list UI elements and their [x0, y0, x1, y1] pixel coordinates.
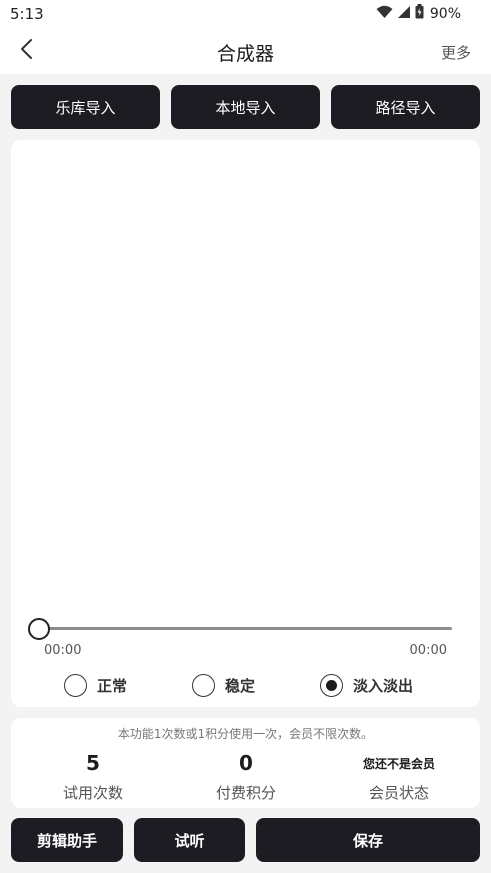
trial-count-value: 5: [86, 751, 100, 775]
audio-workspace: 00:00 00:00 正常 稳定 淡入淡出: [11, 140, 480, 707]
preview-button[interactable]: 试听: [134, 818, 245, 862]
radio-stable[interactable]: [192, 674, 215, 697]
mode-option-normal[interactable]: 正常: [64, 674, 127, 697]
mode-option-stable[interactable]: 稳定: [192, 674, 255, 697]
local-import-button[interactable]: 本地导入: [171, 85, 320, 129]
status-bar: 5:13 90%: [0, 0, 491, 28]
wifi-icon: [376, 4, 393, 23]
app-bar: 合成器 更多: [0, 28, 491, 74]
paid-points-value: 0: [239, 751, 253, 775]
bottom-actions: 剪辑助手 试听 保存: [11, 818, 480, 862]
more-button[interactable]: 更多: [441, 42, 471, 63]
radio-selected-dot: [326, 680, 337, 691]
membership-value: 您还不是会员: [362, 756, 435, 771]
membership-stat: 您还不是会员 会员状态: [329, 750, 469, 803]
mode-label-normal: 正常: [97, 677, 128, 695]
editor-assistant-button[interactable]: 剪辑助手: [11, 818, 123, 862]
usage-info-card: 本功能1次数或1积分使用一次，会员不限次数。 5 试用次数 0 付费积分 您还不…: [11, 718, 480, 808]
library-import-button[interactable]: 乐库导入: [11, 85, 160, 129]
page-title: 合成器: [216, 43, 274, 65]
radio-normal[interactable]: [64, 674, 87, 697]
mode-label-stable: 稳定: [225, 677, 256, 695]
save-button[interactable]: 保存: [256, 818, 480, 862]
progress-track[interactable]: [39, 627, 452, 630]
progress-thumb[interactable]: [28, 618, 50, 640]
signal-icon: [397, 4, 411, 23]
import-buttons: 乐库导入 本地导入 路径导入: [11, 85, 480, 129]
mode-option-fade[interactable]: 淡入淡出: [320, 674, 413, 697]
membership-label: 会员状态: [368, 784, 429, 802]
status-icons: 90%: [376, 4, 461, 23]
paid-points-label: 付费积分: [215, 784, 276, 802]
total-time: 00:00: [409, 643, 447, 658]
battery-icon: [415, 4, 424, 23]
path-import-button[interactable]: 路径导入: [331, 85, 480, 129]
trial-count-stat: 5 试用次数: [23, 750, 163, 803]
trial-count-label: 试用次数: [62, 784, 123, 802]
paid-points-stat: 0 付费积分: [176, 750, 316, 803]
mode-label-fade: 淡入淡出: [353, 677, 414, 695]
radio-fade[interactable]: [320, 674, 343, 697]
battery-percent: 90%: [429, 5, 461, 22]
usage-notice: 本功能1次数或1积分使用一次，会员不限次数。: [117, 727, 374, 741]
status-time: 5:13: [10, 5, 44, 23]
current-time: 00:00: [44, 643, 82, 658]
